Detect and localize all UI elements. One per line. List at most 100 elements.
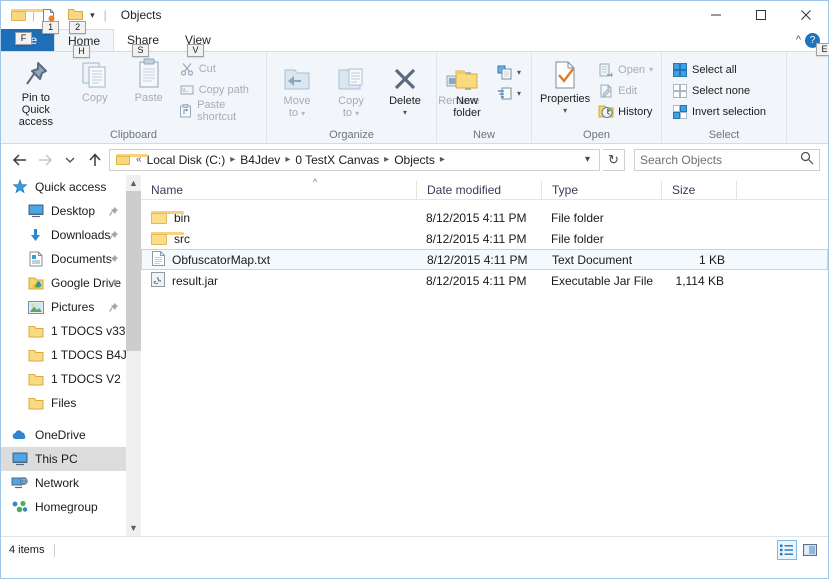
table-row[interactable]: bin 8/12/2015 4:11 PM File folder	[141, 207, 828, 228]
details-view-button[interactable]	[777, 540, 797, 560]
column-header-date-modified[interactable]: Date modified	[416, 180, 541, 200]
nav-item-onedrive[interactable]: OneDrive	[1, 423, 141, 447]
copy-to-button[interactable]: Copy to ▾	[324, 60, 378, 120]
new-item-button[interactable]: ▾	[494, 62, 524, 83]
easy-access-button[interactable]: ▾	[494, 83, 524, 104]
column-header-size[interactable]: Size	[661, 180, 736, 200]
pin-icon[interactable]	[108, 254, 119, 265]
new-small-commands: ▾ ▾	[494, 60, 524, 104]
maximize-icon[interactable]	[738, 1, 783, 29]
table-row[interactable]: ObfuscatorMap.txt 8/12/2015 4:11 PM Text…	[141, 249, 828, 270]
pin-icon[interactable]	[108, 230, 119, 241]
copy-button[interactable]: Copy	[68, 57, 122, 104]
breadcrumb[interactable]: « Local Disk (C:) ▸ B4Jdev ▸ 0 TestX Can…	[109, 148, 600, 171]
invert-selection-button[interactable]: Invert selection	[669, 101, 769, 122]
cell-date: 8/12/2015 4:11 PM	[426, 273, 527, 288]
chevron-right-icon[interactable]: ▸	[284, 154, 291, 165]
table-row[interactable]: src 8/12/2015 4:11 PM File folder	[141, 228, 828, 249]
nav-item-desktop[interactable]: Desktop	[1, 199, 141, 223]
qat-dropdown-icon[interactable]: ▾	[87, 10, 98, 21]
edit-button[interactable]: Edit	[595, 80, 656, 101]
properties-button[interactable]: Properties ▾	[535, 58, 595, 117]
properties-label: Properties	[540, 93, 591, 105]
nav-item-downloads[interactable]: Downloads	[1, 223, 141, 247]
chevron-up-icon[interactable]: ^	[796, 34, 801, 46]
minimize-icon[interactable]	[693, 1, 738, 29]
search-box[interactable]: Search Objects	[634, 148, 820, 171]
folder-icon[interactable]	[11, 9, 43, 21]
paste-button[interactable]: Paste	[122, 57, 176, 104]
nav-item-homegroup[interactable]: Homegroup	[1, 495, 141, 519]
refresh-icon[interactable]: ↻	[603, 148, 625, 171]
close-icon[interactable]	[783, 1, 828, 29]
breadcrumb-dropdown-icon[interactable]: ▾	[580, 154, 595, 165]
new-folder-button[interactable]: New folder	[440, 60, 494, 119]
nav-item-quick-access[interactable]: Quick access	[1, 175, 141, 199]
ribbon-group-open: Properties ▾ Open ▾ Edit History Open	[531, 52, 661, 143]
copy-path-button[interactable]: \\.. Copy path	[176, 79, 263, 100]
navigation-pane-scrollbar[interactable]: ▲ ▼	[126, 175, 141, 536]
tab-view[interactable]: View V	[172, 29, 224, 57]
delete-dropdown-icon[interactable]: ▾	[403, 107, 407, 119]
history-button[interactable]: History	[595, 101, 656, 122]
large-icons-view-button[interactable]	[800, 540, 820, 560]
nav-item-google-drive[interactable]: Google Drive	[1, 271, 141, 295]
scroll-down-icon[interactable]: ▼	[126, 520, 141, 536]
nav-item-documents[interactable]: Documents	[1, 247, 141, 271]
nav-item-1-tdocs-v33[interactable]: 1 TDOCS v33	[1, 319, 141, 343]
breadcrumb-item-0[interactable]: Local Disk (C:)	[145, 153, 228, 167]
recent-locations-icon[interactable]	[59, 149, 81, 171]
nav-item-1-tdocs-b4j-do[interactable]: 1 TDOCS B4J Do	[1, 343, 141, 367]
back-arrow-icon[interactable]	[9, 149, 31, 171]
easy-access-dropdown-icon[interactable]: ▾	[517, 89, 521, 98]
chevron-right-icon[interactable]: ▸	[439, 154, 446, 165]
select-none-button[interactable]: Select none	[669, 80, 769, 101]
breadcrumb-item-1[interactable]: B4Jdev	[238, 153, 282, 167]
pin-to-quick-access-button[interactable]: Pin to Quick access	[4, 57, 68, 128]
forward-arrow-icon[interactable]	[34, 149, 56, 171]
nav-item-this-pc[interactable]: This PC	[1, 447, 141, 471]
new-group-label: New	[472, 129, 495, 141]
search-input[interactable]: Search Objects	[640, 153, 800, 167]
open-button[interactable]: Open ▾	[595, 59, 656, 80]
column-header-extra[interactable]	[736, 180, 796, 200]
chevron-right-icon[interactable]: ▸	[383, 154, 390, 165]
scroll-up-icon[interactable]: ▲	[126, 175, 141, 191]
help-button[interactable]: ? E	[805, 32, 829, 56]
column-header-type[interactable]: Type	[541, 180, 661, 200]
nav-label: OneDrive	[35, 428, 86, 442]
properties-dropdown-icon[interactable]: ▾	[563, 105, 567, 117]
cut-button[interactable]: Cut	[176, 58, 263, 79]
new-folder-icon[interactable]: 2	[68, 8, 87, 34]
new-item-dropdown-icon[interactable]: ▾	[517, 68, 521, 77]
paste-shortcut-button[interactable]: Paste shortcut	[176, 99, 263, 123]
nav-label: Documents	[51, 252, 112, 266]
open-dropdown-icon[interactable]: ▾	[649, 65, 653, 74]
nav-item-1-tdocs-v2[interactable]: 1 TDOCS V2	[1, 367, 141, 391]
scrollbar-thumb[interactable]	[126, 191, 141, 351]
search-icon[interactable]	[800, 151, 814, 168]
nav-item-pictures[interactable]: Pictures	[1, 295, 141, 319]
column-header-name[interactable]: Name	[141, 181, 416, 200]
chevron-right-icon[interactable]: ▸	[229, 154, 236, 165]
breadcrumb-item-2[interactable]: 0 TestX Canvas	[293, 153, 381, 167]
open-label: Open	[618, 63, 646, 76]
properties-icon[interactable]: 1	[41, 8, 60, 34]
nav-item-files[interactable]: Files	[1, 391, 141, 415]
jar-file-icon	[151, 271, 165, 290]
pin-icon[interactable]	[108, 278, 119, 289]
cell-name: bin	[141, 211, 416, 225]
up-arrow-icon[interactable]	[84, 149, 106, 171]
move-to-button[interactable]: Move to ▾	[270, 60, 324, 120]
breadcrumb-item-3[interactable]: Objects	[392, 153, 437, 167]
cell-date: 8/12/2015 4:11 PM	[427, 252, 528, 267]
pin-icon[interactable]	[108, 206, 119, 217]
table-row[interactable]: result.jar 8/12/2015 4:11 PM Executable …	[141, 270, 828, 291]
pin-icon[interactable]	[108, 302, 119, 313]
nav-label: 1 TDOCS v33	[51, 324, 126, 338]
select-all-button[interactable]: Select all	[669, 59, 769, 80]
folder-icon	[27, 395, 44, 412]
tab-share[interactable]: Share S	[114, 29, 172, 57]
delete-button[interactable]: Delete ▾	[378, 60, 432, 119]
nav-item-network[interactable]: Network	[1, 471, 141, 495]
